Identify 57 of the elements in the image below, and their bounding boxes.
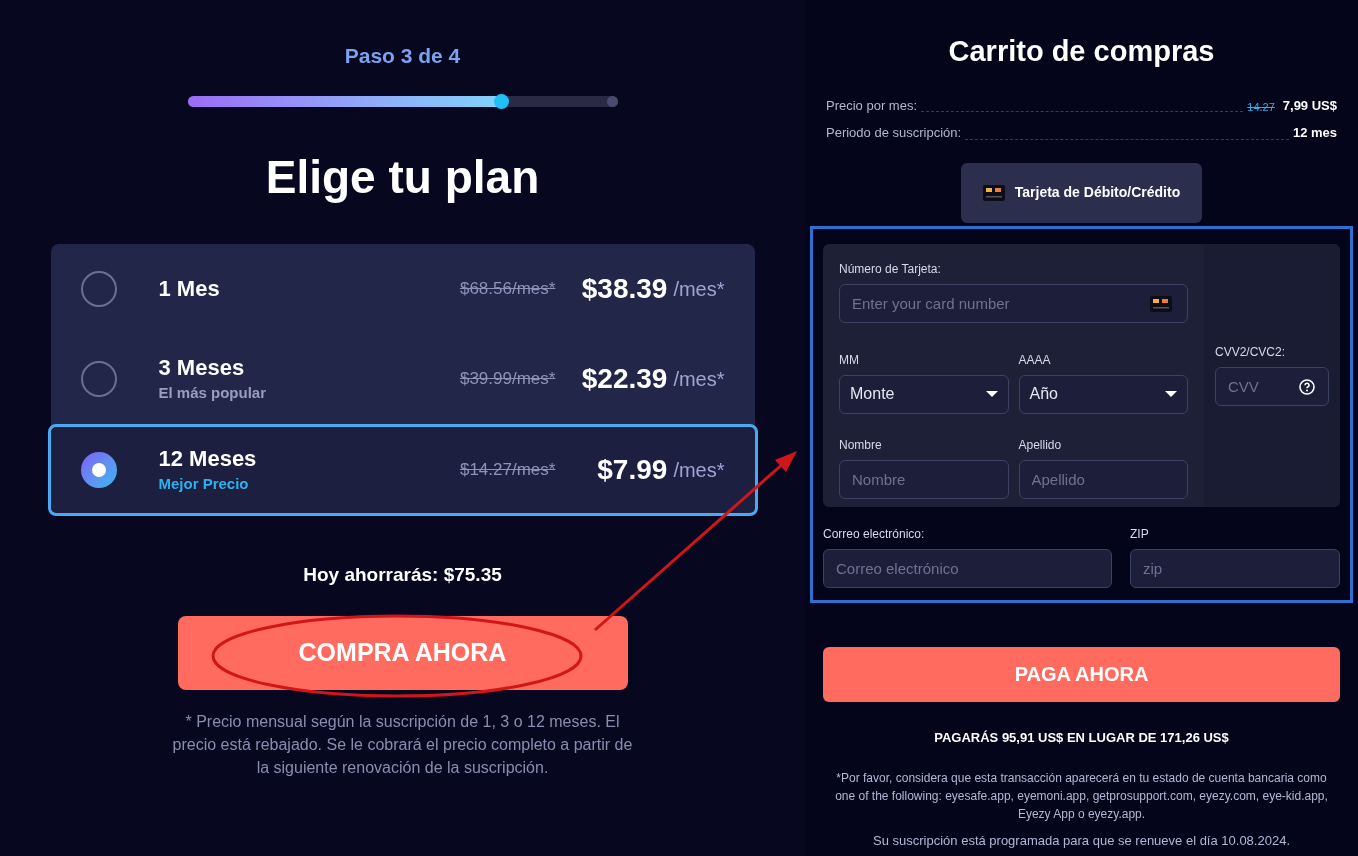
field-label: Apellido xyxy=(1018,436,1063,454)
radio-button[interactable] xyxy=(80,452,117,488)
caret-icon xyxy=(1165,391,1177,397)
field-label: Nombre xyxy=(839,436,883,454)
old-value: 14.27 xyxy=(1247,99,1275,115)
credit-card-icon xyxy=(982,184,1005,201)
radio-button[interactable] xyxy=(80,271,117,307)
summary-label: Precio por mes: xyxy=(826,96,918,115)
renewal-text: Su suscripción está programada para que se renueve el día 10.08.2024. xyxy=(872,832,1291,850)
plan-price: $22.39 xyxy=(580,362,668,396)
field-label: Número de Tarjeta: xyxy=(839,260,942,278)
dropdown[interactable]: Monte xyxy=(839,374,1009,414)
plan-price: $7.99 xyxy=(596,453,668,487)
summary-value: 12 mes xyxy=(1292,124,1337,142)
disclaimer-text: *Por favor, considera que esta transacción aparecerá en tu estado de cuenta bancaria como one of the following: eyesafe.app, eyemoni.app, getprosupport.com, eyezy.com, eye-kid.app, Eyezy App o eyezy.app. xyxy=(834,770,1329,823)
total-note: PAGARÁS 95,91 US$ EN LUGAR DE 171,26 US$ xyxy=(933,728,1230,747)
input-field[interactable]: zip xyxy=(1130,548,1340,588)
plan-subtitle: El más popular xyxy=(158,382,268,403)
summary-label: Periodo de suscripción: xyxy=(826,124,962,142)
card-number-field[interactable]: Enter your card number xyxy=(839,283,1188,323)
plan-option[interactable]: 3 Meses El más popular $39.99/mes* $22.39 /mes* xyxy=(50,334,755,424)
dropdown[interactable]: Año xyxy=(1018,374,1188,414)
plan-option[interactable]: 12 Meses Mejor Precio $14.27/mes* $7.99 /mes* xyxy=(47,424,758,516)
plan-name: 1 Mes xyxy=(158,275,221,303)
plan-subtitle: Mejor Precio xyxy=(158,473,250,494)
price-unit: /mes* xyxy=(673,367,725,392)
help-icon xyxy=(1299,378,1315,395)
old-price: $68.56/mes* xyxy=(459,278,556,301)
footnote: * Precio mensual según la suscripción de 1, 3 o 12 meses. El precio está rebajado. Se le cobrará el precio completo a partir de la siguiente renovación de la suscripción. xyxy=(171,711,634,778)
dropdown-value: Monte xyxy=(850,384,895,404)
cart-title: Carrito de compras xyxy=(947,34,1216,69)
dropdown-value: Año xyxy=(1029,384,1058,404)
radio-button[interactable] xyxy=(80,361,117,397)
payment-method-tab[interactable]: Tarjeta de Débito/Crédito xyxy=(961,162,1202,223)
step-label: Paso 3 de 4 xyxy=(344,43,461,69)
cvv-field[interactable]: CVV xyxy=(1215,366,1329,406)
old-price: $39.99/mes* xyxy=(459,368,556,391)
plan-name: 3 Meses xyxy=(158,354,246,382)
field-label: AAAA xyxy=(1018,351,1052,369)
page-title: Elige tu plan xyxy=(265,149,540,205)
field-label: CVV2/CVC2: xyxy=(1215,343,1287,361)
input-field[interactable]: Nombre xyxy=(839,459,1009,499)
plan-price: $38.39 xyxy=(580,272,668,306)
field-label: Correo electrónico: xyxy=(823,525,926,543)
price-unit: /mes* xyxy=(673,458,725,483)
input-field[interactable]: Apellido xyxy=(1018,459,1188,499)
savings-text: Hoy ahorrarás: $75.35 xyxy=(303,563,502,587)
caret-icon xyxy=(985,391,998,397)
price-unit: /mes* xyxy=(673,277,725,302)
plan-name: 12 Meses xyxy=(158,445,258,473)
payment-method-label: Tarjeta de Débito/Crédito xyxy=(1014,183,1181,202)
input-field[interactable]: Correo electrónico xyxy=(823,548,1112,588)
summary-value: 7,99 US$ xyxy=(1282,96,1337,115)
field-label: ZIP xyxy=(1130,525,1150,543)
old-price: $14.27/mes* xyxy=(459,459,556,482)
plan-option[interactable]: 1 Mes $68.56/mes* $38.39 /mes* xyxy=(50,244,755,334)
field-label: MM xyxy=(839,351,860,369)
